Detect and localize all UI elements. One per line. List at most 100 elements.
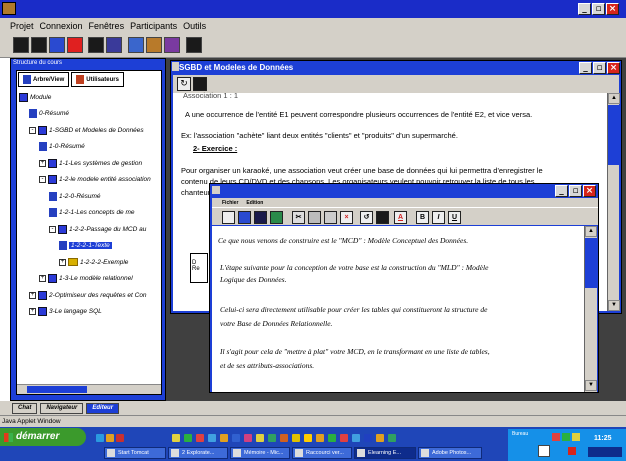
toolbar-square-1-icon[interactable]: [13, 37, 29, 53]
tab-editeur[interactable]: Editeur: [86, 402, 120, 414]
delete-icon[interactable]: ×: [340, 211, 353, 224]
tab-utilisateurs[interactable]: Utilisateurs: [71, 72, 124, 87]
print-icon[interactable]: [270, 211, 283, 224]
quicklaunch-icon[interactable]: [340, 434, 348, 442]
start-button[interactable]: démarrer: [0, 428, 86, 446]
font-color-icon[interactable]: A: [394, 211, 407, 224]
quicklaunch-icon[interactable]: [220, 434, 228, 442]
tree-item[interactable]: 1-0-Résumé: [39, 141, 85, 153]
clock[interactable]: 11:25: [594, 435, 612, 442]
tree-icon[interactable]: [128, 37, 144, 53]
maximize-button[interactable]: ▫: [569, 185, 582, 197]
underline-icon[interactable]: U: [448, 211, 461, 224]
quicklaunch-icon[interactable]: [304, 434, 312, 442]
people-icon[interactable]: [106, 37, 122, 53]
editor-body[interactable]: Ce que nous venons de construire est le …: [212, 226, 584, 392]
minimize-button[interactable]: _: [555, 185, 568, 197]
minimize-button[interactable]: _: [578, 3, 591, 15]
close-button[interactable]: ×: [583, 185, 596, 197]
paste-icon[interactable]: [324, 211, 337, 224]
expand-icon[interactable]: +: [39, 275, 46, 282]
task-photoshop[interactable]: Adobe Photos...: [418, 447, 482, 459]
tree-item[interactable]: 1-2-0-Résumé: [49, 190, 101, 202]
toolbar-square-4-icon[interactable]: [186, 37, 202, 53]
quicklaunch-icon[interactable]: [256, 434, 264, 442]
quicklaunch-icon[interactable]: [376, 434, 384, 442]
expand-icon[interactable]: +: [59, 258, 66, 266]
quicklaunch-icon[interactable]: [244, 434, 252, 442]
menu-fenetres[interactable]: Fenêtres: [89, 21, 125, 31]
tray-desktop-icon[interactable]: [588, 447, 622, 457]
collapse-icon[interactable]: -: [49, 225, 56, 233]
tray-icon[interactable]: [572, 433, 580, 441]
open-icon[interactable]: [238, 211, 251, 224]
tree-item[interactable]: - 1-2-2-Passage du MCD au: [49, 223, 146, 235]
bold-icon[interactable]: B: [416, 211, 429, 224]
tray-icon[interactable]: [552, 433, 560, 441]
quicklaunch-icon[interactable]: [388, 434, 396, 442]
tree-item[interactable]: - 1-2-le modele entité association: [39, 174, 151, 186]
close-button[interactable]: ×: [607, 62, 620, 74]
quicklaunch-icon[interactable]: [352, 434, 360, 442]
scroll-up-icon[interactable]: ▲: [608, 93, 620, 104]
undo-icon[interactable]: ↺: [360, 211, 373, 224]
scroll-up-icon[interactable]: ▲: [585, 226, 597, 237]
save-icon[interactable]: [254, 211, 267, 224]
scroll-down-icon[interactable]: ▼: [608, 300, 620, 311]
quicklaunch-icon[interactable]: [328, 434, 336, 442]
tree-item[interactable]: +1-3-Le modèle relationnel: [39, 273, 133, 285]
task-explorer[interactable]: 2 Explorate...: [168, 447, 228, 459]
scroll-down-icon[interactable]: ▼: [585, 380, 597, 391]
menu-connexion[interactable]: Connexion: [40, 21, 83, 31]
tray-icon[interactable]: [562, 433, 570, 441]
color-square-icon[interactable]: [376, 211, 389, 224]
quicklaunch-icon[interactable]: [292, 434, 300, 442]
italic-icon[interactable]: I: [432, 211, 445, 224]
quicklaunch-icon[interactable]: [172, 434, 180, 442]
horizontal-scrollbar[interactable]: [17, 384, 161, 394]
minimize-button[interactable]: _: [579, 62, 592, 74]
quicklaunch-ie-icon[interactable]: [96, 434, 104, 442]
tray-icon[interactable]: [568, 447, 576, 455]
toolbar-square-2-icon[interactable]: [31, 37, 47, 53]
maximize-button[interactable]: ▫: [592, 3, 605, 15]
task-elearning[interactable]: Elearning E...: [354, 447, 416, 459]
task-start-tomcat[interactable]: Start Tomcat: [104, 447, 166, 459]
close-red-icon[interactable]: [67, 37, 83, 53]
tree-item[interactable]: +2-Optimiseur des requêtes et Con: [29, 289, 147, 301]
collapse-icon[interactable]: -: [29, 126, 36, 134]
quicklaunch-explorer-icon[interactable]: [106, 434, 114, 442]
menu-participants[interactable]: Participants: [130, 21, 177, 31]
tray-icon[interactable]: [538, 445, 550, 457]
tree-item[interactable]: +1-1-Les systèmes de gestion: [39, 157, 142, 169]
menu-edition[interactable]: Edition: [246, 200, 263, 206]
menu-outils[interactable]: Outils: [183, 21, 206, 31]
scrollbar-thumb[interactable]: [608, 105, 620, 165]
expand-icon[interactable]: +: [39, 159, 46, 167]
scrollbar-thumb[interactable]: [585, 238, 597, 288]
quicklaunch-icon[interactable]: [184, 434, 192, 442]
cut-icon[interactable]: ✂: [292, 211, 305, 224]
tree-item[interactable]: 1-2-2-1-Texte: [59, 240, 112, 252]
quicklaunch-app-icon[interactable]: [116, 434, 124, 442]
collapse-icon[interactable]: -: [39, 176, 46, 183]
task-raccourci[interactable]: Raccourci ver...: [292, 447, 352, 459]
tab-chat[interactable]: Chat: [12, 402, 38, 414]
maximize-button[interactable]: ▫: [593, 62, 606, 74]
quicklaunch-icon[interactable]: [196, 434, 204, 442]
vertical-scrollbar[interactable]: ▲ ▼: [584, 226, 597, 392]
tree-item[interactable]: 0-Résumé: [29, 108, 69, 120]
expand-icon[interactable]: +: [29, 291, 36, 299]
quicklaunch-icon[interactable]: [364, 434, 372, 442]
new-document-icon[interactable]: [222, 211, 235, 224]
menu-fichier[interactable]: Fichier: [222, 200, 238, 206]
quicklaunch-icon[interactable]: [280, 434, 288, 442]
tree-item[interactable]: +3-Le langage SQL: [29, 306, 102, 318]
quicklaunch-icon[interactable]: [316, 434, 324, 442]
close-button[interactable]: ×: [606, 3, 619, 15]
expand-icon[interactable]: +: [29, 308, 36, 315]
tree-item[interactable]: - 1-SGBD et Modeles de Données: [29, 124, 144, 136]
toolbar-square-3-icon[interactable]: [88, 37, 104, 53]
quicklaunch-icon[interactable]: [208, 434, 216, 442]
task-memoire[interactable]: Mémoire - Mic...: [230, 447, 290, 459]
